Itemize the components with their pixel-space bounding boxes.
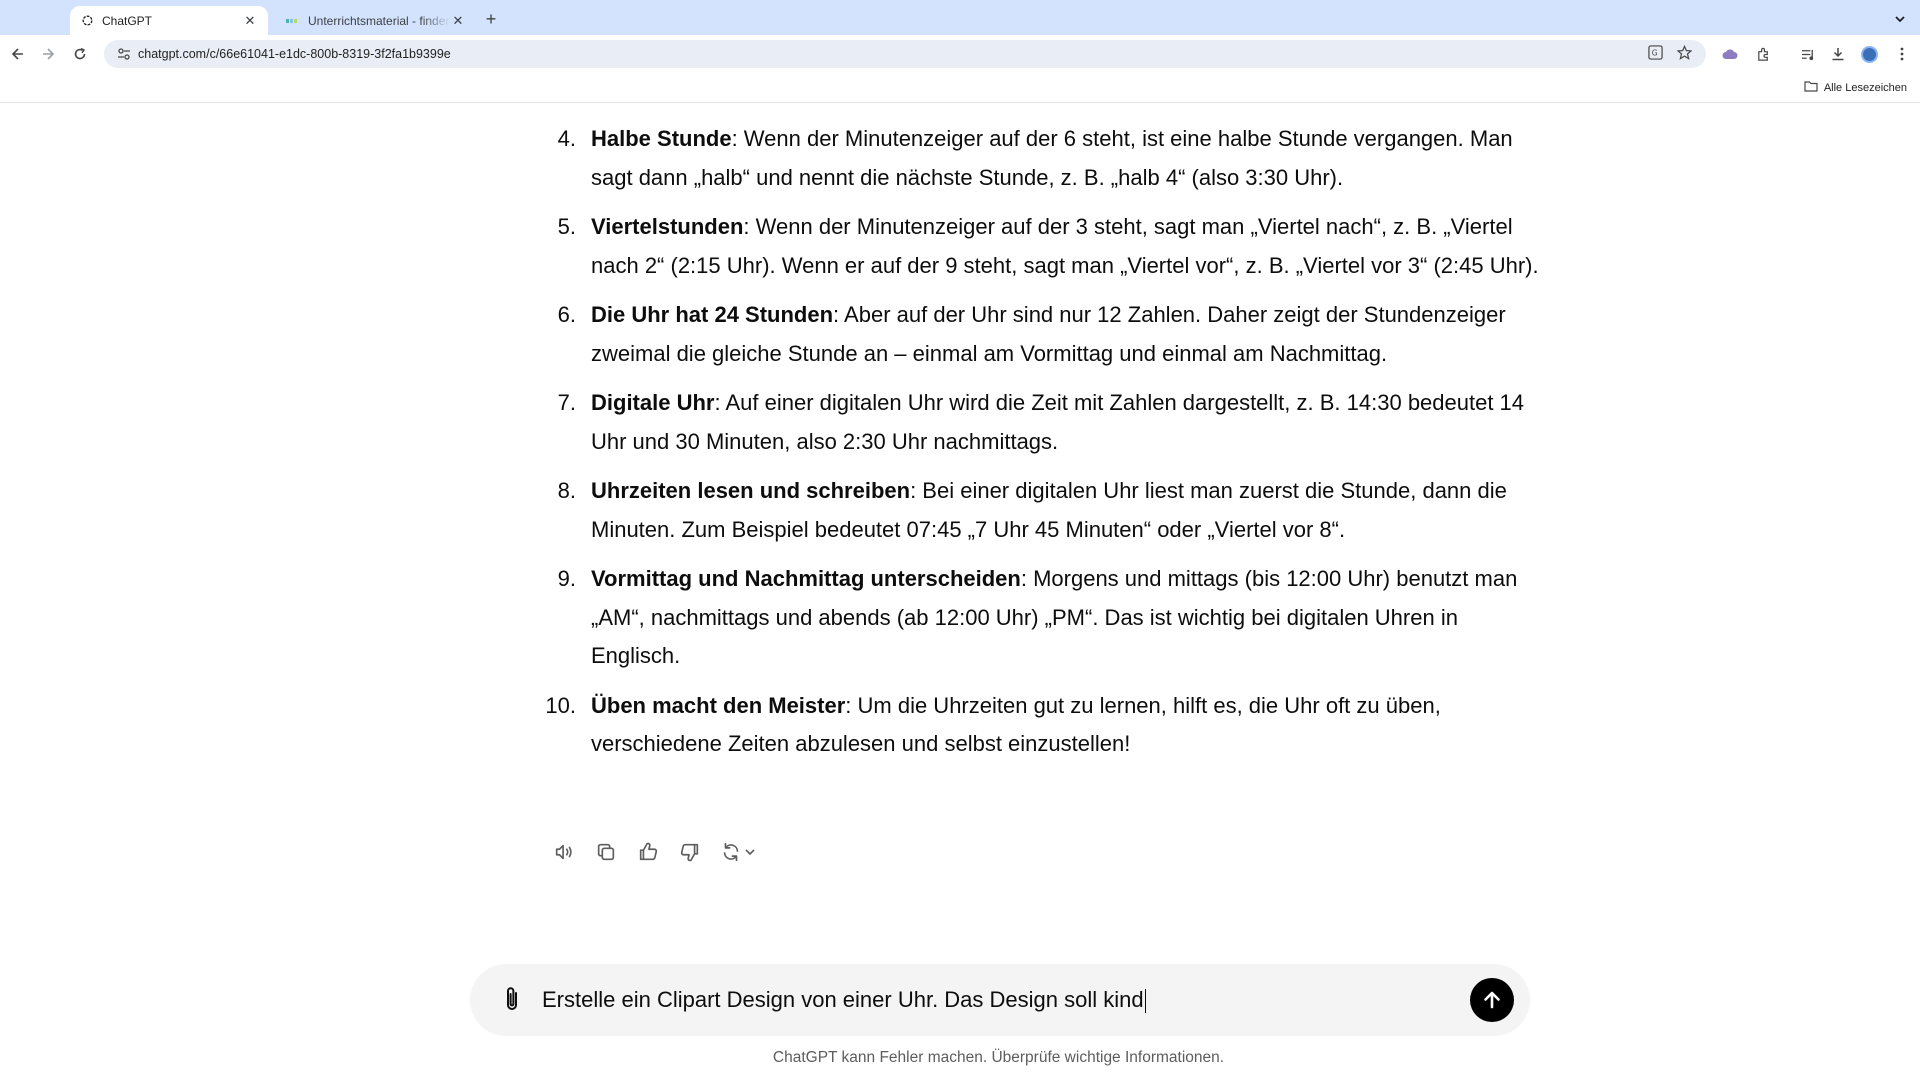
read-aloud-button[interactable] [548, 836, 580, 868]
thumbs-up-button[interactable] [632, 836, 664, 868]
thumbs-down-button[interactable] [674, 836, 706, 868]
media-controls-icon[interactable] [1797, 44, 1819, 64]
tab-search-chevron-icon[interactable] [1890, 9, 1910, 29]
chevron-down-icon [745, 849, 755, 856]
item-heading: Uhrzeiten lesen und schreiben [591, 478, 911, 503]
bookmarks-bar: Alle Lesezeichen [0, 73, 1920, 103]
list-number: 6. [557, 302, 576, 327]
thumbs-up-icon [639, 842, 658, 861]
list-number: 4. [557, 126, 576, 151]
copy-icon [597, 843, 615, 861]
all-bookmarks-label: Alle Lesezeichen [1823, 82, 1907, 94]
new-tab-button[interactable]: + [480, 8, 502, 30]
close-tab-icon[interactable]: ✕ [450, 13, 466, 29]
tab-unterrichtsmaterial[interactable]: Unterrichtsmaterial - finden & ✕ [276, 6, 476, 35]
copy-button[interactable] [590, 836, 622, 868]
svg-text:G: G [1652, 48, 1658, 57]
browser-toolbar: chatgpt.com/c/66e61041-e1dc-800b-8319-3f… [0, 35, 1920, 73]
arrow-right-icon [43, 48, 55, 60]
download-icon[interactable] [1827, 44, 1849, 64]
item-heading: Halbe Stunde [591, 126, 732, 151]
tab-strip: ChatGPT ✕ Unterrichtsmaterial - finden &… [0, 0, 1920, 35]
message-composer: Erstelle ein Clipart Design von einer Uh… [470, 964, 1530, 1036]
prompt-input[interactable]: Erstelle ein Clipart Design von einer Uh… [542, 986, 1470, 1014]
list-number: 5. [557, 214, 576, 239]
openai-logo-icon [80, 14, 94, 28]
bookmark-star-icon[interactable] [1676, 44, 1693, 63]
more-menu-icon[interactable] [1891, 44, 1913, 64]
item-heading: Die Uhr hat 24 Stunden [591, 302, 834, 327]
tab-title: Unterrichtsmaterial - finden & [308, 13, 450, 28]
list-item: 7. Digitale Uhr: Auf einer digitalen Uhr… [540, 384, 1540, 461]
close-tab-icon[interactable]: ✕ [242, 13, 258, 29]
arrow-left-icon [11, 48, 23, 60]
speaker-icon [555, 844, 572, 860]
tab-title: ChatGPT [102, 13, 153, 28]
item-heading: Üben macht den Meister [591, 692, 846, 718]
list-item: 4. Halbe Stunde: Wenn der Minutenzeiger … [540, 120, 1540, 197]
item-text: : Auf einer digitalen Uhr wird die Zeit … [591, 390, 1525, 454]
item-heading: Viertelstunden [591, 214, 744, 239]
chat-area: 4. Halbe Stunde: Wenn der Minutenzeiger … [0, 104, 1920, 1080]
list-item: 5. Viertelstunden: Wenn der Minutenzeige… [540, 208, 1540, 285]
site-favicon-icon [286, 14, 300, 28]
send-button[interactable] [1470, 978, 1514, 1022]
extension-cloud-icon[interactable] [1719, 44, 1741, 64]
forward-button[interactable] [38, 44, 58, 64]
address-bar[interactable]: chatgpt.com/c/66e61041-e1dc-800b-8319-3f… [104, 40, 1706, 68]
reload-button[interactable] [70, 44, 90, 64]
prompt-text: Erstelle ein Clipart Design von einer Uh… [542, 986, 1144, 1012]
arrow-up-icon [1484, 991, 1500, 1009]
extensions-puzzle-icon[interactable] [1752, 44, 1774, 64]
back-button[interactable] [8, 44, 28, 64]
item-heading: Vormittag und Nachmittag unterscheiden [591, 566, 1021, 591]
list-item: 10. Üben macht den Meister: Um die Uhrze… [540, 687, 1540, 764]
assistant-message-list: 4. Halbe Stunde: Wenn der Minutenzeiger … [540, 120, 1540, 775]
all-bookmarks-button[interactable]: Alle Lesezeichen [1804, 81, 1907, 95]
translate-icon[interactable]: G [1648, 45, 1663, 63]
site-settings-icon[interactable] [112, 48, 136, 60]
item-heading: Digitale Uhr [591, 390, 715, 415]
attach-button[interactable] [494, 982, 530, 1018]
list-item: 8. Uhrzeiten lesen und schreiben: Bei ei… [540, 472, 1540, 549]
list-number: 8. [557, 478, 576, 503]
profile-avatar[interactable] [1858, 44, 1880, 64]
regenerate-button[interactable] [716, 836, 760, 868]
folder-icon [1804, 81, 1818, 95]
disclaimer-text: ChatGPT kann Fehler machen. Überprüfe wi… [772, 1049, 1225, 1066]
tab-chatgpt[interactable]: ChatGPT ✕ [70, 6, 268, 35]
list-item: 9. Vormittag und Nachmittag unterscheide… [540, 560, 1540, 676]
list-number: 9. [557, 566, 576, 591]
list-item: 6. Die Uhr hat 24 Stunden: Aber auf der … [540, 296, 1540, 373]
list-number: 7. [557, 390, 576, 415]
text-cursor [1144, 989, 1146, 1014]
thumbs-down-icon [680, 843, 699, 862]
list-number: 10. [545, 692, 576, 718]
url-text[interactable]: chatgpt.com/c/66e61041-e1dc-800b-8319-3f… [138, 47, 1648, 61]
message-actions [548, 836, 760, 868]
paperclip-icon [507, 987, 517, 1010]
reload-icon [74, 47, 86, 60]
refresh-icon [723, 842, 739, 862]
